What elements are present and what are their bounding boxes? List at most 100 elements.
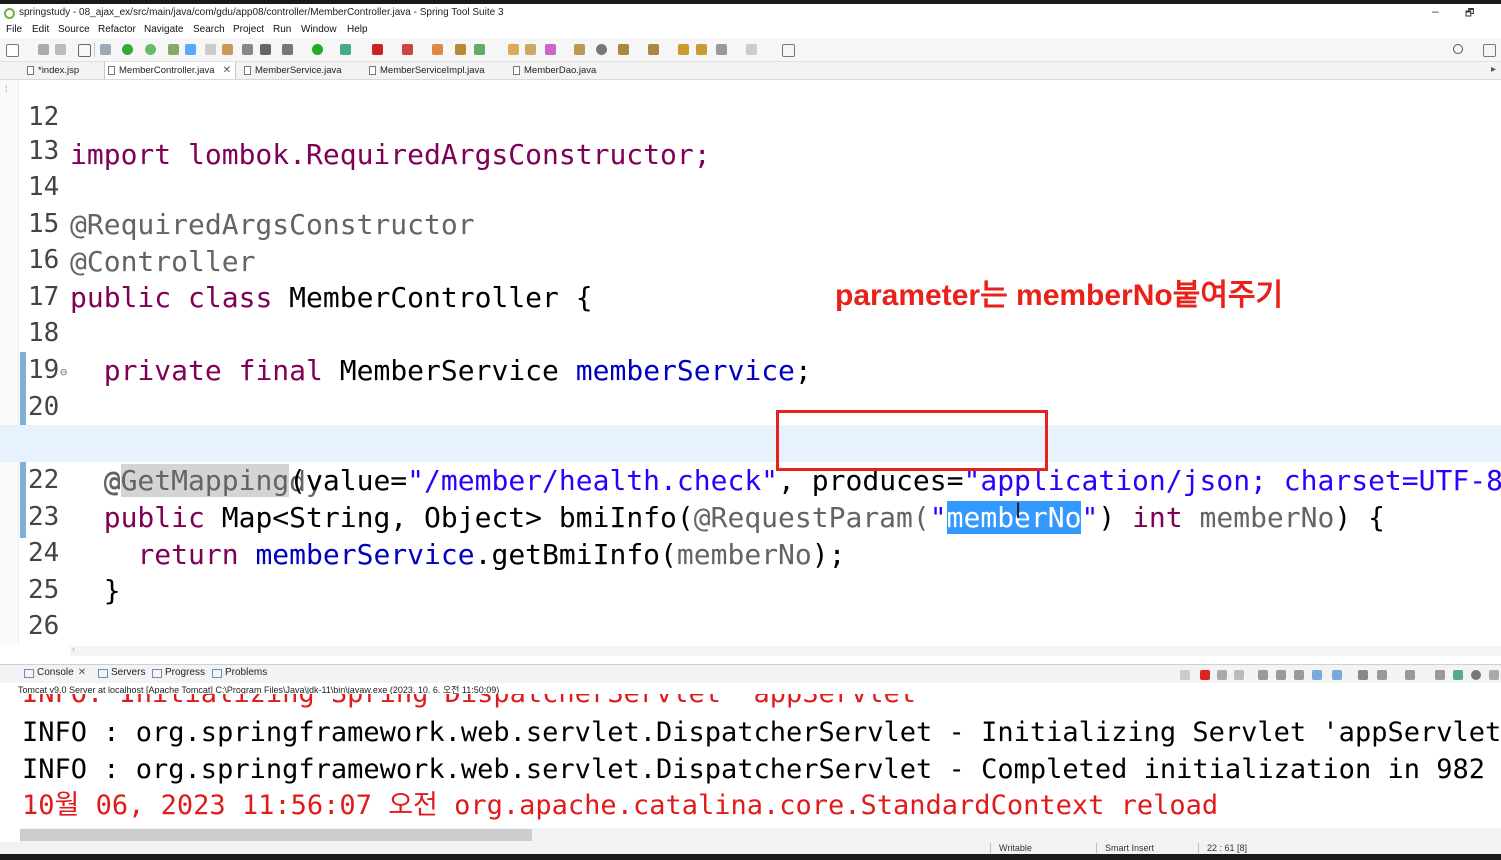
console-layout-icon[interactable] <box>1435 670 1445 680</box>
display-console-icon[interactable] <box>1377 670 1387 680</box>
external-tools-icon[interactable] <box>402 44 413 55</box>
restart-icon[interactable] <box>1180 670 1190 680</box>
open-folder-icon[interactable] <box>508 44 519 55</box>
close-tab-icon[interactable]: ✕ <box>78 667 86 678</box>
scroll-lock-icon[interactable] <box>1276 670 1286 680</box>
status-writable: Writable <box>990 843 1032 853</box>
scrollbar-thumb[interactable] <box>20 829 532 841</box>
debug-icon[interactable] <box>282 44 293 55</box>
new-class-icon[interactable] <box>474 44 485 55</box>
annotation-icon[interactable] <box>574 44 585 55</box>
next-annotation-icon[interactable] <box>618 44 629 55</box>
open-console-icon[interactable] <box>1405 670 1415 680</box>
menu-help[interactable]: Help <box>347 24 368 35</box>
tab-label: *index.jsp <box>38 65 80 76</box>
console-horizontal-scrollbar[interactable] <box>20 828 1501 842</box>
code-line-19: 19 <box>0 315 1501 385</box>
tab-problems[interactable]: Problems <box>212 667 267 678</box>
menu-navigate[interactable]: Navigate <box>144 24 183 35</box>
tab-memberdao-java[interactable]: MemberDao.java <box>510 62 620 79</box>
back-history-icon[interactable] <box>696 44 707 55</box>
menu-source[interactable]: Source <box>58 24 90 35</box>
fold-collapse-icon[interactable]: ⊖ <box>60 354 67 391</box>
tab-index-jsp[interactable]: *index.jsp <box>24 62 104 79</box>
search-icon[interactable] <box>1453 44 1463 54</box>
scroll-left-icon[interactable]: ‹ <box>72 644 75 654</box>
run-icon[interactable] <box>312 44 323 55</box>
globe-icon[interactable] <box>596 44 607 55</box>
tab-label: Console <box>37 667 74 678</box>
editor-horizontal-scrollbar[interactable]: ‹ <box>70 644 1501 656</box>
gear-icon[interactable] <box>1471 670 1481 680</box>
block-selection-icon[interactable] <box>222 44 233 55</box>
show-on-error-icon[interactable] <box>1332 670 1342 680</box>
tab-label: Progress <box>165 667 206 678</box>
menu-refactor[interactable]: Refactor <box>98 24 136 35</box>
menu-project[interactable]: Project <box>233 24 264 35</box>
menu-search[interactable]: Search <box>193 24 225 35</box>
tab-membercontroller-java[interactable]: MemberController.java ✕ <box>104 62 236 79</box>
menu-run[interactable]: Run <box>273 24 291 35</box>
open-perspective-icon[interactable] <box>1483 44 1496 57</box>
new-package-icon[interactable] <box>455 44 466 55</box>
minimize-button[interactable]: – <box>1432 4 1439 18</box>
new-icon[interactable] <box>6 44 19 57</box>
forward-icon[interactable] <box>746 44 757 55</box>
stop-icon[interactable] <box>372 44 383 55</box>
show-on-output-icon[interactable] <box>1312 670 1322 680</box>
menu-window[interactable]: Window <box>301 24 337 35</box>
console-filter-icon[interactable] <box>1453 670 1463 680</box>
skip-breakpoints-icon[interactable] <box>100 44 111 55</box>
progress-icon <box>152 669 162 678</box>
code-line-16: 16 public class MemberController { <box>0 205 1501 314</box>
pin-console-icon[interactable] <box>1358 670 1368 680</box>
word-wrap-icon[interactable] <box>205 44 216 55</box>
clear-console-icon[interactable] <box>1258 670 1268 680</box>
new-java-project-icon[interactable] <box>432 44 443 55</box>
print-icon[interactable] <box>78 44 91 57</box>
tab-servers[interactable]: Servers <box>98 667 145 678</box>
close-tab-icon[interactable]: ✕ <box>223 62 231 79</box>
main-toolbar <box>0 38 1501 62</box>
status-bar: Writable Smart Insert 22 : 61 [8] <box>0 842 1501 854</box>
remove-launch-icon[interactable] <box>1217 670 1227 680</box>
tab-memberservice-java[interactable]: MemberService.java <box>241 62 361 79</box>
code-editor[interactable]: ⁞ 12 import lombok.RequiredArgsConstruct… <box>0 80 1501 645</box>
tab-list-chevron-icon[interactable]: ▸ <box>1491 64 1496 75</box>
console-line: 10월 06, 2023 11:56:07 오전 org.apache.cata… <box>22 790 1219 821</box>
coverage-icon[interactable] <box>340 44 351 55</box>
search-pen-icon[interactable] <box>545 44 556 55</box>
show-whitespace-icon[interactable] <box>242 44 253 55</box>
tab-console[interactable]: Console ✕ <box>24 667 86 678</box>
editor-tab-bar: *index.jsp MemberController.java ✕ Membe… <box>0 62 1501 80</box>
back-icon[interactable] <box>716 44 727 55</box>
console-output[interactable]: INFO: Initializing Spring DispatcherServ… <box>0 694 1501 830</box>
annotation-note: parameter는 memberNo붙여주기 <box>835 279 1284 312</box>
save-all-icon[interactable] <box>55 44 66 55</box>
menu-edit[interactable]: Edit <box>32 24 49 35</box>
tab-progress[interactable]: Progress <box>152 667 205 678</box>
bottom-border <box>0 854 1501 860</box>
code-line-14: 14 @RequiredArgsConstructor <box>0 132 1501 241</box>
save-icon[interactable] <box>38 44 49 55</box>
last-edit-icon[interactable] <box>678 44 689 55</box>
code-line-21: 21 @GetMapping(value="/member/health.che… <box>0 388 1501 497</box>
previous-annotation-icon[interactable] <box>648 44 659 55</box>
view-menu-icon[interactable] <box>1489 670 1499 680</box>
spring-start-icon[interactable] <box>122 44 133 55</box>
remove-all-icon[interactable] <box>1234 670 1244 680</box>
open-type-icon[interactable] <box>168 44 179 55</box>
pilcrow-icon[interactable] <box>260 44 271 55</box>
word-wrap-console-icon[interactable] <box>1294 670 1304 680</box>
toggle-mark-occurrences-icon[interactable] <box>185 44 196 55</box>
pin-editor-icon[interactable] <box>782 44 795 57</box>
code-line-22: 22 public Map<String, Object> bmiInfo(@R… <box>0 425 1501 534</box>
open-task-icon[interactable] <box>525 44 536 55</box>
restore-button[interactable]: 🗗 <box>1465 6 1474 23</box>
tab-label: MemberServiceImpl.java <box>380 65 485 76</box>
tab-memberserviceimpl-java[interactable]: MemberServiceImpl.java <box>366 62 506 79</box>
menu-file[interactable]: File <box>6 24 22 35</box>
terminate-icon[interactable] <box>1200 670 1210 680</box>
mouse-cursor-icon: I <box>1015 498 1022 523</box>
refresh-icon[interactable] <box>145 44 156 55</box>
